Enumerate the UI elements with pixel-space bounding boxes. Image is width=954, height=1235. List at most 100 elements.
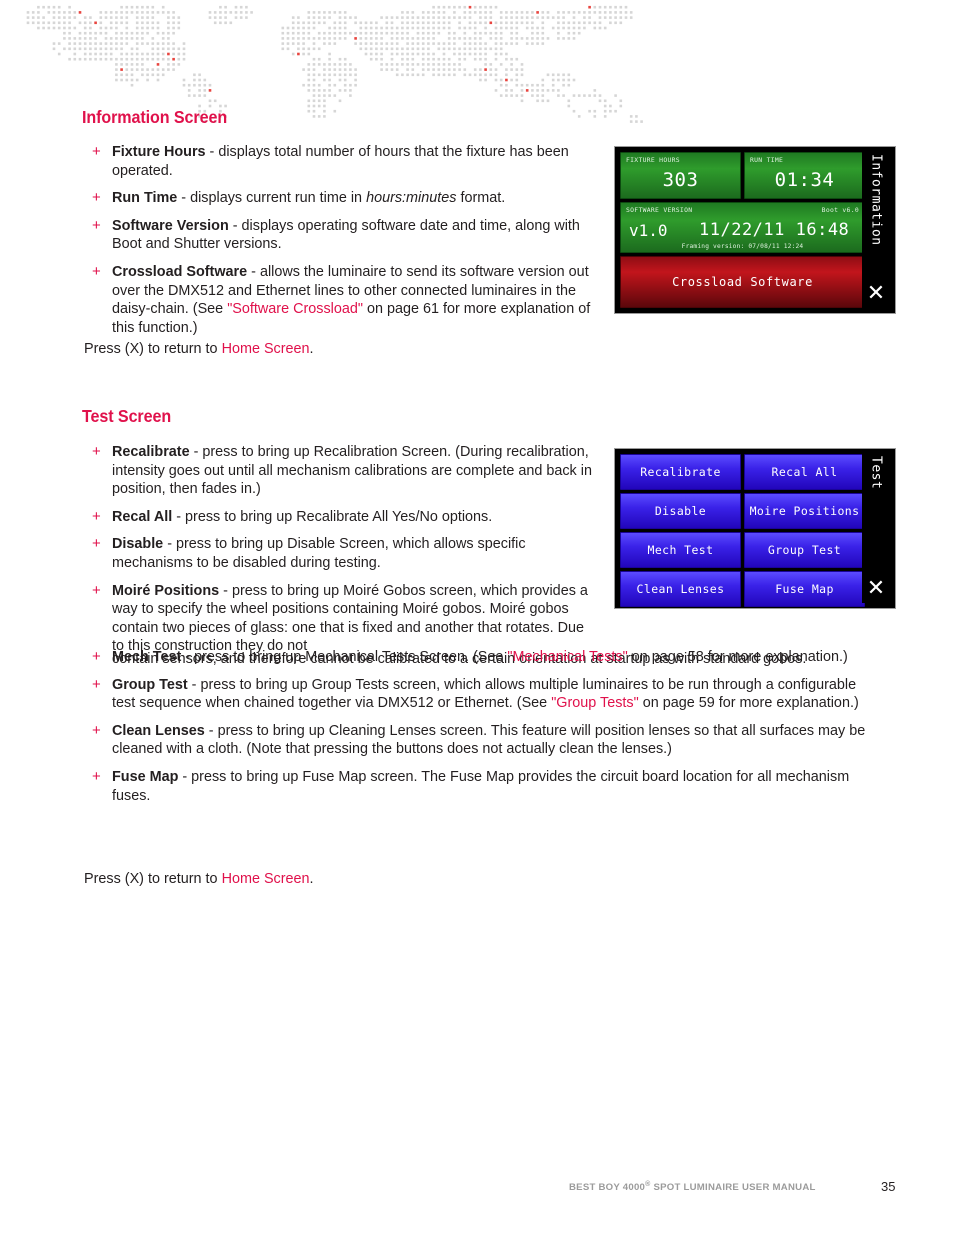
press-line-post: . [309,341,314,357]
test-button-label: Disable [654,504,707,518]
press-line-pre: Press (X) to return to [84,871,222,887]
run-time-tile[interactable]: RUN TIME 01:34 [744,152,865,199]
bullet-plus-icon: + [92,767,101,785]
test-button-mech-test[interactable]: Mech Test [620,532,741,568]
run-time-caption: RUN TIME [750,156,784,164]
page-footer: BEST BOY 4000® SPOT LUMINAIRE USER MANUA… [0,1179,954,1203]
test-bullet-list-wide: + Mech Test - press to bring up Mechanic… [82,648,882,814]
bullet-text: format. [456,190,506,207]
bullet-text: - press to bring up Mechanical Tests Scr… [181,649,508,665]
footer-title-post: SPOT LUMINAIRE USER MANUAL [650,1182,816,1194]
footer-title-pre: BEST BOY 4000 [569,1182,646,1194]
bullet-plus-icon: + [92,143,101,160]
bullet-text: - press to bring up Cleaning Lenses scre… [112,722,866,758]
test-screen-sidebar: Test ✕ [862,454,890,603]
boot-version-caption: Boot v6.0 [821,206,859,214]
bullet-group-test: + Group Test - press to bring up Group T… [82,676,882,713]
test-press-x-line: Press (X) to return to Home Screen. [84,870,314,889]
bullet-text: - press to bring up Fuse Map screen. The… [112,768,850,804]
test-screen-title: Test [868,456,884,490]
bullet-disable: + Disable - press to bring up Disable Sc… [82,535,594,572]
bullet-run-time: + Run Time - displays current run time i… [82,189,594,208]
press-line-pre: Press (X) to return to [84,341,222,357]
information-screen-title: Information [868,154,884,246]
bullet-clean-lenses: + Clean Lenses - press to bring up Clean… [82,722,882,759]
bullet-mech-test: + Mech Test - press to bring up Mechanic… [82,648,882,667]
bullet-plus-icon: + [92,216,101,234]
press-line-post: . [309,871,314,887]
bullet-term: Crossload Software [112,263,248,280]
bullet-plus-icon: + [92,535,101,553]
bullet-text: - press to bring up Disable Screen, whic… [112,536,526,571]
bullet-recal-all: + Recal All - press to bring up Recalibr… [82,508,594,527]
crossload-software-label: Crossload Software [672,275,813,289]
bullet-text: on page 59 for more explanation.) [638,695,859,712]
bullet-term: Software Version [112,217,229,234]
bullet-term: Run Time [112,190,178,207]
cross-reference-group-tests[interactable]: "Group Tests" [551,695,639,711]
test-button-label: Moire Positions [749,504,860,518]
bullet-term: Disable [112,536,164,553]
cross-reference-home-screen[interactable]: Home Screen [222,871,310,887]
cross-reference-mechanical-tests[interactable]: "Mechanical Tests" [507,649,627,665]
test-button-label: Recalibrate [640,465,721,479]
bullet-term: Mech Test [112,649,182,665]
close-icon[interactable]: ✕ [867,283,885,305]
close-icon[interactable]: ✕ [867,578,885,600]
information-screen-button-grid: FIXTURE HOURS 303 RUN TIME 01:34 SOFTWAR… [620,152,865,308]
bullet-crossload-software: + Crossload Software - allows the lumina… [82,263,594,337]
test-button-clean-lenses[interactable]: Clean Lenses [620,571,741,607]
bullet-software-version: + Software Version - displays operating … [82,217,594,254]
framing-version-note: Framing version: 07/08/11 12:24 [681,243,804,250]
bullet-fuse-map: + Fuse Map - press to bring up Fuse Map … [82,768,882,805]
bullet-text: - displays current run time in [177,190,367,207]
test-bullet-list-narrow: + Recalibrate - press to bring up Recali… [82,443,594,656]
bullet-plus-icon: + [92,443,101,460]
test-button-group-test[interactable]: Group Test [744,532,865,568]
bullet-term: Fixture Hours [112,144,206,160]
test-button-label: Recal All [771,465,838,479]
test-button-label: Mech Test [647,543,714,557]
software-datetime-value: 11/22/11 16:48 [699,220,850,240]
section-heading-information: Information Screen [82,107,228,127]
section-heading-test: Test Screen [82,406,172,426]
fixture-hours-caption: FIXTURE HOURS [626,156,680,164]
bullet-plus-icon: + [92,262,101,280]
information-bullet-list: + Fixture Hours - displays total number … [82,143,594,346]
test-button-disable[interactable]: Disable [620,493,741,529]
software-version-caption: SOFTWARE VERSION [626,206,693,214]
software-version-tile[interactable]: SOFTWARE VERSION Boot v6.0 v1.0 11/22/11… [620,202,865,253]
fixture-hours-tile[interactable]: FIXTURE HOURS 303 [620,152,741,199]
test-screen-button-grid: Recalibrate Recal All Disable Moire Positio… [620,454,865,607]
information-screen-graphic: FIXTURE HOURS 303 RUN TIME 01:34 SOFTWAR… [614,146,896,314]
bullet-moire-positions: + Moiré Positions - press to bring up Mo… [82,582,594,656]
bullet-term: Group Test [112,676,188,693]
bullet-plus-icon: + [92,507,101,525]
run-time-value: 01:34 [774,168,835,191]
bullet-plus-icon: + [92,675,101,693]
bullet-plus-icon: + [92,721,101,739]
bullet-term: Fuse Map [112,768,179,785]
information-screen-sidebar: Information ✕ [862,152,890,308]
page-number: 35 [881,1179,896,1194]
test-button-recalibrate[interactable]: Recalibrate [620,454,741,490]
bullet-term: Clean Lenses [112,722,205,739]
cross-reference-home-screen[interactable]: Home Screen [222,341,310,357]
fixture-hours-value: 303 [662,168,699,191]
crossload-software-button[interactable]: Crossload Software [620,256,865,308]
software-version-value: v1.0 [629,221,668,240]
test-screen-graphic: Recalibrate Recal All Disable Moire Positio… [614,448,896,609]
bullet-plus-icon: + [92,648,101,665]
test-button-fuse-map[interactable]: Fuse Map [744,571,865,607]
bullet-text-italic: hours:minutes [366,190,457,207]
bullet-term: Recal All [112,508,173,525]
footer-manual-title: BEST BOY 4000® SPOT LUMINAIRE USER MANUA… [569,1181,816,1193]
test-button-recal-all[interactable]: Recal All [744,454,865,490]
bullet-recalibrate: + Recalibrate - press to bring up Recali… [82,443,594,499]
test-button-label: Clean Lenses [636,582,725,596]
cross-reference-software-crossload[interactable]: "Software Crossload" [227,301,363,317]
bullet-term: Recalibrate [112,444,190,460]
bullet-text: on page 58 for more explanation.) [627,649,848,665]
bullet-plus-icon: + [92,189,101,207]
test-button-moire-positions[interactable]: Moire Positions [744,493,865,529]
